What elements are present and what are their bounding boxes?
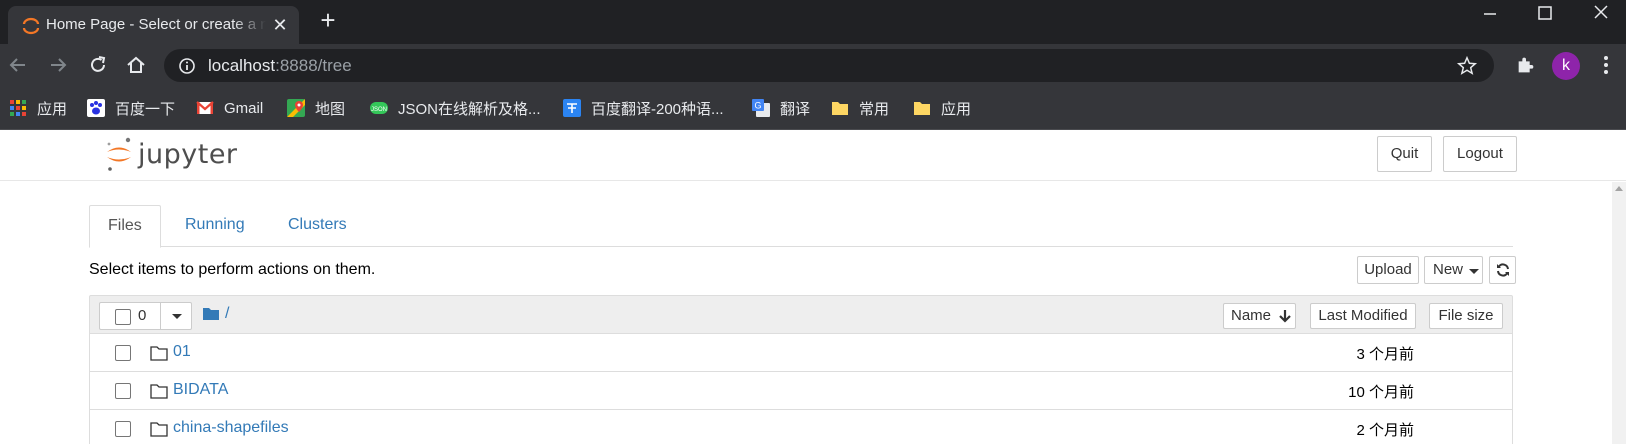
bookmark-apps[interactable]: 应用 [9, 96, 67, 120]
new-tab-icon[interactable]: + [316, 7, 340, 33]
select-menu-button[interactable] [160, 302, 193, 330]
jupyter-logo-icon [107, 137, 131, 171]
bookmarks-bar: 应用 百度一下 Gmail 地图 JSON JSON在线解析及格... 百度翻译… [0, 86, 1626, 130]
jupyter-header: jupyter Quit Logout [0, 130, 1626, 181]
file-list-item[interactable]: 01 3 个月前 [89, 334, 1513, 372]
back-arrow-icon[interactable] [6, 53, 30, 77]
refresh-icon [1496, 263, 1509, 277]
forward-arrow-icon[interactable] [46, 53, 70, 77]
close-tab-icon[interactable]: ✕ [270, 15, 290, 35]
quit-button[interactable]: Quit [1377, 136, 1432, 172]
item-checkbox[interactable] [115, 421, 131, 437]
caret-down-icon [172, 314, 182, 319]
sort-name-button[interactable]: Name [1223, 303, 1296, 329]
folder-icon [150, 346, 168, 361]
file-list-header: 0 / Name Last Modified File size [89, 295, 1513, 334]
bookmark-label: 百度一下 [115, 100, 176, 118]
gmail-icon [196, 101, 214, 114]
tab-files[interactable]: Files [89, 205, 161, 248]
site-info-icon[interactable] [178, 57, 196, 75]
bookmark-label: 应用 [37, 100, 68, 118]
bookmark-label: 百度翻译-200种语... [591, 100, 724, 118]
baidu-paw-icon [87, 99, 105, 117]
bookmark-baidu[interactable]: 百度一下 [87, 96, 175, 120]
sort-last-modified-button[interactable]: Last Modified [1310, 303, 1416, 329]
folder-icon [150, 384, 168, 399]
tab-running[interactable]: Running [167, 205, 263, 247]
bookmark-label: 地图 [315, 100, 346, 118]
svg-text:G: G [754, 101, 761, 111]
close-window-icon[interactable] [1589, 2, 1613, 26]
bookmark-label: 应用 [941, 100, 972, 118]
bookmark-label: 翻译 [780, 100, 811, 118]
file-list-item[interactable]: china-shapefiles 2 个月前 [89, 410, 1513, 444]
jupyter-logo-text: jupyter [138, 138, 238, 170]
jupyter-tabs: Files Running Clusters [89, 205, 1513, 248]
item-checkbox[interactable] [115, 383, 131, 399]
selected-count: 0 [138, 307, 147, 324]
address-bar[interactable]: localhost:8888/tree [164, 49, 1494, 82]
minimize-icon[interactable] [1478, 2, 1502, 26]
url-text: localhost:8888/tree [208, 56, 352, 75]
folder-open-icon[interactable] [203, 307, 219, 321]
sort-name-label: Name [1231, 307, 1272, 324]
new-button-label: New [1433, 261, 1464, 278]
bookmark-folder-apps[interactable]: 应用 [913, 96, 971, 120]
maximize-icon[interactable] [1533, 2, 1557, 26]
reload-icon[interactable] [86, 53, 110, 77]
google-translate-icon: G [752, 99, 770, 117]
browser-menu-icon[interactable] [1596, 54, 1616, 76]
profile-avatar[interactable]: k [1552, 52, 1580, 80]
tab-clusters[interactable]: Clusters [270, 205, 365, 247]
bookmark-star-icon[interactable] [1456, 55, 1478, 77]
browser-toolbar: localhost:8888/tree k [0, 44, 1626, 86]
sort-file-size-button[interactable]: File size [1429, 303, 1503, 329]
file-list-item[interactable]: BIDATA 10 个月前 [89, 372, 1513, 410]
caret-down-icon [1469, 269, 1479, 274]
bookmark-label: Gmail [224, 99, 264, 117]
jupyter-favicon-icon [22, 17, 40, 35]
refresh-button[interactable] [1489, 256, 1516, 284]
folder-icon [150, 422, 168, 437]
files-instructions: Select items to perform actions on them. [89, 261, 376, 278]
tab-title: Home Page - Select or create a notebook [46, 16, 266, 33]
bookmark-folder-common[interactable]: 常用 [831, 96, 889, 120]
breadcrumb-root[interactable]: / [225, 305, 229, 323]
bookmark-json[interactable]: JSON JSON在线解析及格... [370, 96, 541, 120]
bookmark-gmail[interactable]: Gmail [196, 96, 263, 120]
item-last-modified: 3 个月前 [1356, 346, 1414, 363]
json-icon: JSON [370, 102, 388, 114]
select-all-group: 0 [99, 302, 192, 330]
select-all-checkbox[interactable] [115, 309, 131, 325]
browser-tab-strip: Home Page - Select or create a notebook … [0, 0, 1626, 44]
extensions-puzzle-icon[interactable] [1515, 54, 1537, 76]
arrow-down-icon [1279, 310, 1291, 323]
item-last-modified: 2 个月前 [1356, 422, 1414, 439]
jupyter-page: jupyter Quit Logout Files Running Cluste… [0, 130, 1626, 444]
item-last-modified: 10 个月前 [1348, 384, 1414, 401]
jupyter-logo[interactable]: jupyter [104, 136, 238, 172]
item-checkbox[interactable] [115, 345, 131, 361]
maps-icon [287, 99, 305, 117]
logout-button[interactable]: Logout [1443, 136, 1517, 172]
item-name-link[interactable]: china-shapefiles [173, 419, 289, 437]
breadcrumb: / [203, 305, 229, 323]
bookmark-label: JSON在线解析及格... [398, 100, 541, 118]
item-name-link[interactable]: 01 [173, 343, 191, 361]
folder-icon [832, 102, 848, 115]
apps-grid-icon [10, 100, 26, 116]
home-icon[interactable] [124, 53, 148, 77]
svg-text:JSON: JSON [371, 107, 387, 113]
bookmark-label: 常用 [859, 100, 890, 118]
new-dropdown-button[interactable]: New [1424, 256, 1483, 284]
baidu-translate-icon [563, 99, 581, 117]
item-name-link[interactable]: BIDATA [173, 381, 228, 399]
bookmark-baidu-translate[interactable]: 百度翻译-200种语... [563, 96, 724, 120]
bookmark-maps[interactable]: 地图 [287, 96, 345, 120]
upload-button[interactable]: Upload [1357, 256, 1419, 284]
browser-tab[interactable]: Home Page - Select or create a notebook … [8, 6, 299, 44]
scrollbar[interactable] [1612, 182, 1626, 444]
bookmark-google-translate[interactable]: G 翻译 [752, 96, 810, 120]
folder-icon [914, 102, 930, 115]
